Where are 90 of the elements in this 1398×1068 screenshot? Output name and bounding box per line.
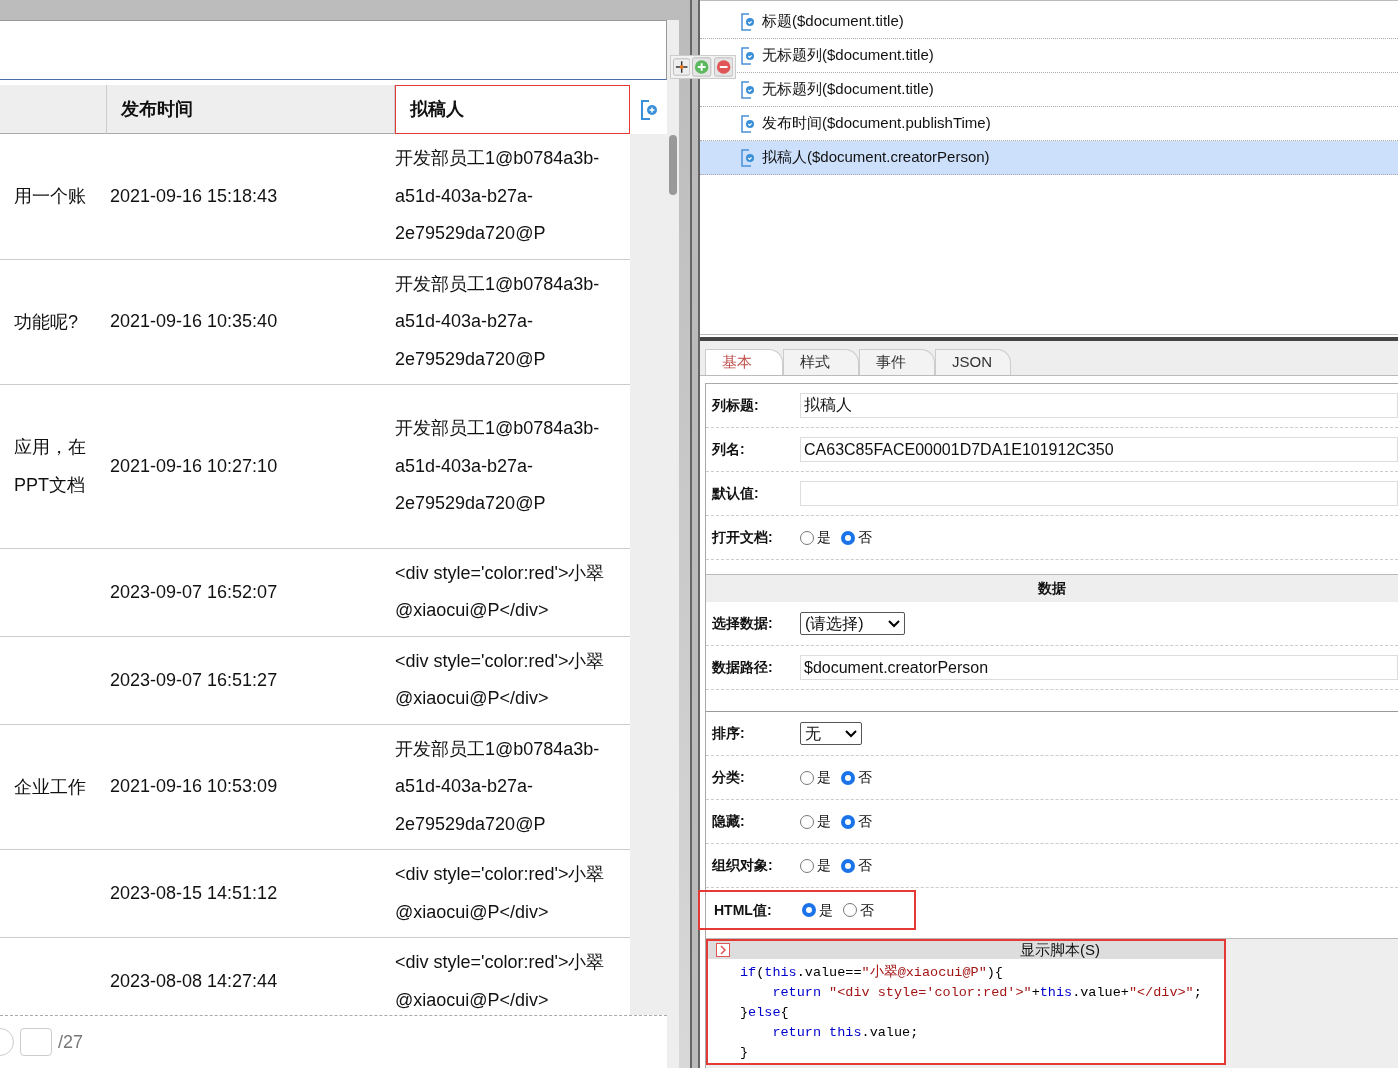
radio-button[interactable]: [841, 770, 855, 785]
chevron-down-icon: [845, 729, 857, 738]
table-cell-text: 2023-08-15 14:51:12: [109, 882, 279, 905]
table-cell-text: <div style='color:red'>小翠 @xiaocui@P</div>: [395, 951, 606, 1012]
text-field[interactable]: 拟稿人: [800, 393, 1398, 418]
text-field[interactable]: $document.creatorPerson: [800, 655, 1398, 680]
field-label: 组织对象:: [712, 856, 774, 875]
field-label: 打开文档:: [712, 528, 774, 547]
radio-label: 否: [858, 812, 872, 831]
column-header[interactable]: [0, 85, 107, 134]
tab[interactable]: JSON: [935, 349, 1011, 375]
dropdown[interactable]: (请选择): [800, 612, 905, 635]
field-list-item[interactable]: 标题($document.title): [700, 5, 1398, 39]
table-cell-text: 2021-09-16 10:53:09: [109, 775, 279, 799]
text-field[interactable]: [800, 481, 1398, 506]
field-label: 隐藏:: [712, 812, 746, 831]
page-input[interactable]: [20, 1028, 52, 1056]
radio-button[interactable]: [841, 814, 855, 829]
table-cell-text: 2023-08-08 14:27:44: [109, 970, 279, 993]
field-label: 列标题:: [712, 396, 760, 415]
table-cell-text: 开发部员工1@b0784a3b- a51d-403a-b27a- 2e79529da720@P: [395, 272, 601, 371]
field-icon: [740, 46, 756, 65]
table-cell-text: 用一个账: [14, 185, 86, 209]
code-line: return this.value;: [771, 1024, 919, 1042]
table-cell-text: 2021-09-16 10:35:40: [109, 310, 279, 334]
field-list-item[interactable]: 拟稿人($document.creatorPerson): [700, 141, 1398, 175]
page-total: /27: [58, 1030, 84, 1054]
table-cell-text: 2021-09-16 10:27:10: [109, 454, 279, 478]
radio-button[interactable]: [800, 530, 814, 545]
column-header[interactable]: 发布时间: [107, 85, 395, 134]
remove-icon[interactable]: [713, 57, 733, 77]
code-line: return "<div style='color:red'>"+this.value+"</div>";: [771, 984, 1202, 1002]
radio-label: 是: [817, 528, 831, 547]
table-cell-text: 开发部员工1@b0784a3b- a51d-403a-b27a- 2e79529da720@P: [395, 417, 601, 515]
tab[interactable]: 事件: [859, 349, 935, 375]
field-label: 列名:: [712, 440, 746, 459]
radio-button[interactable]: [841, 858, 855, 873]
add-column-icon[interactable]: [638, 98, 659, 121]
table-cell-text: 2021-09-16 15:18:43: [109, 184, 279, 208]
expand-icon[interactable]: [716, 943, 730, 957]
radio-label: 否: [860, 900, 874, 920]
tab[interactable]: 基本: [705, 349, 783, 375]
radio-button[interactable]: [802, 903, 816, 917]
column-header[interactable]: 拟稿人: [395, 85, 630, 134]
field-icon: [740, 12, 756, 31]
field-icon: [740, 114, 756, 133]
field-label: 排序:: [712, 724, 746, 743]
script-title: 显示脚本(S): [1020, 939, 1100, 960]
radio-label: 是: [817, 768, 831, 787]
splitter-bar[interactable]: [690, 0, 700, 1068]
radio-button[interactable]: [843, 903, 857, 917]
field-label: 选择数据:: [712, 614, 774, 633]
radio-button[interactable]: [800, 858, 814, 873]
field-label: HTML值:: [714, 900, 773, 920]
code-line: }: [740, 1044, 749, 1062]
table-cell-text: 2023-09-07 16:51:27: [109, 668, 279, 692]
radio-label: 是: [819, 900, 833, 920]
field-label: 分类:: [712, 768, 746, 787]
move-icon[interactable]: [673, 58, 691, 76]
field-label: 默认值:: [712, 484, 760, 503]
radio-button[interactable]: [800, 814, 814, 829]
radio-button[interactable]: [841, 530, 855, 545]
table-cell-text: 应用，在 PPT文档: [14, 436, 86, 498]
add-icon[interactable]: [692, 57, 712, 77]
radio-label: 是: [817, 812, 831, 831]
radio-label: 是: [817, 856, 831, 875]
code-editor[interactable]: if(this.value=="小翠@xiaocui@P"){ return "<div style='color:red'>"+this.value+"</div>"; }else{ return this.value; }: [708, 959, 1224, 1063]
field-icon: [740, 148, 756, 167]
radio-label: 否: [858, 528, 872, 547]
table-cell-text: <div style='color:red'>小翠 @xiaocui@P</div>: [395, 863, 606, 924]
table-cell-text: 企业工作: [14, 775, 86, 799]
table-cell-text: 功能呢?: [14, 310, 78, 334]
radio-button[interactable]: [800, 770, 814, 785]
chevron-down-icon: [887, 619, 900, 628]
table-cell-text: 开发部员工1@b0784a3b- a51d-403a-b27a- 2e79529da720@P: [395, 147, 601, 245]
code-line: }else{: [740, 1004, 789, 1022]
section-header: 数据: [706, 574, 1398, 602]
scrollbar-thumb[interactable]: [669, 135, 677, 195]
text-field[interactable]: CA63C85FACE00001D7DA1E101912C350: [800, 437, 1398, 462]
field-icon: [740, 80, 756, 99]
table-cell-text: 2023-09-07 16:52:07: [109, 580, 279, 604]
tab[interactable]: 样式: [783, 349, 859, 375]
table-cell-text: <div style='color:red'>小翠 @xiaocui@P</div>: [395, 649, 606, 710]
table-cell-text: 开发部员工1@b0784a3b- a51d-403a-b27a- 2e79529da720@P: [395, 737, 601, 836]
radio-label: 否: [858, 768, 872, 787]
code-line: if(this.value=="小翠@xiaocui@P"){: [740, 963, 1003, 982]
table-cell-text: <div style='color:red'>小翠 @xiaocui@P</div>: [395, 561, 606, 622]
field-label: 数据路径:: [712, 658, 774, 677]
radio-label: 否: [858, 856, 872, 875]
dropdown[interactable]: 无: [800, 722, 862, 745]
